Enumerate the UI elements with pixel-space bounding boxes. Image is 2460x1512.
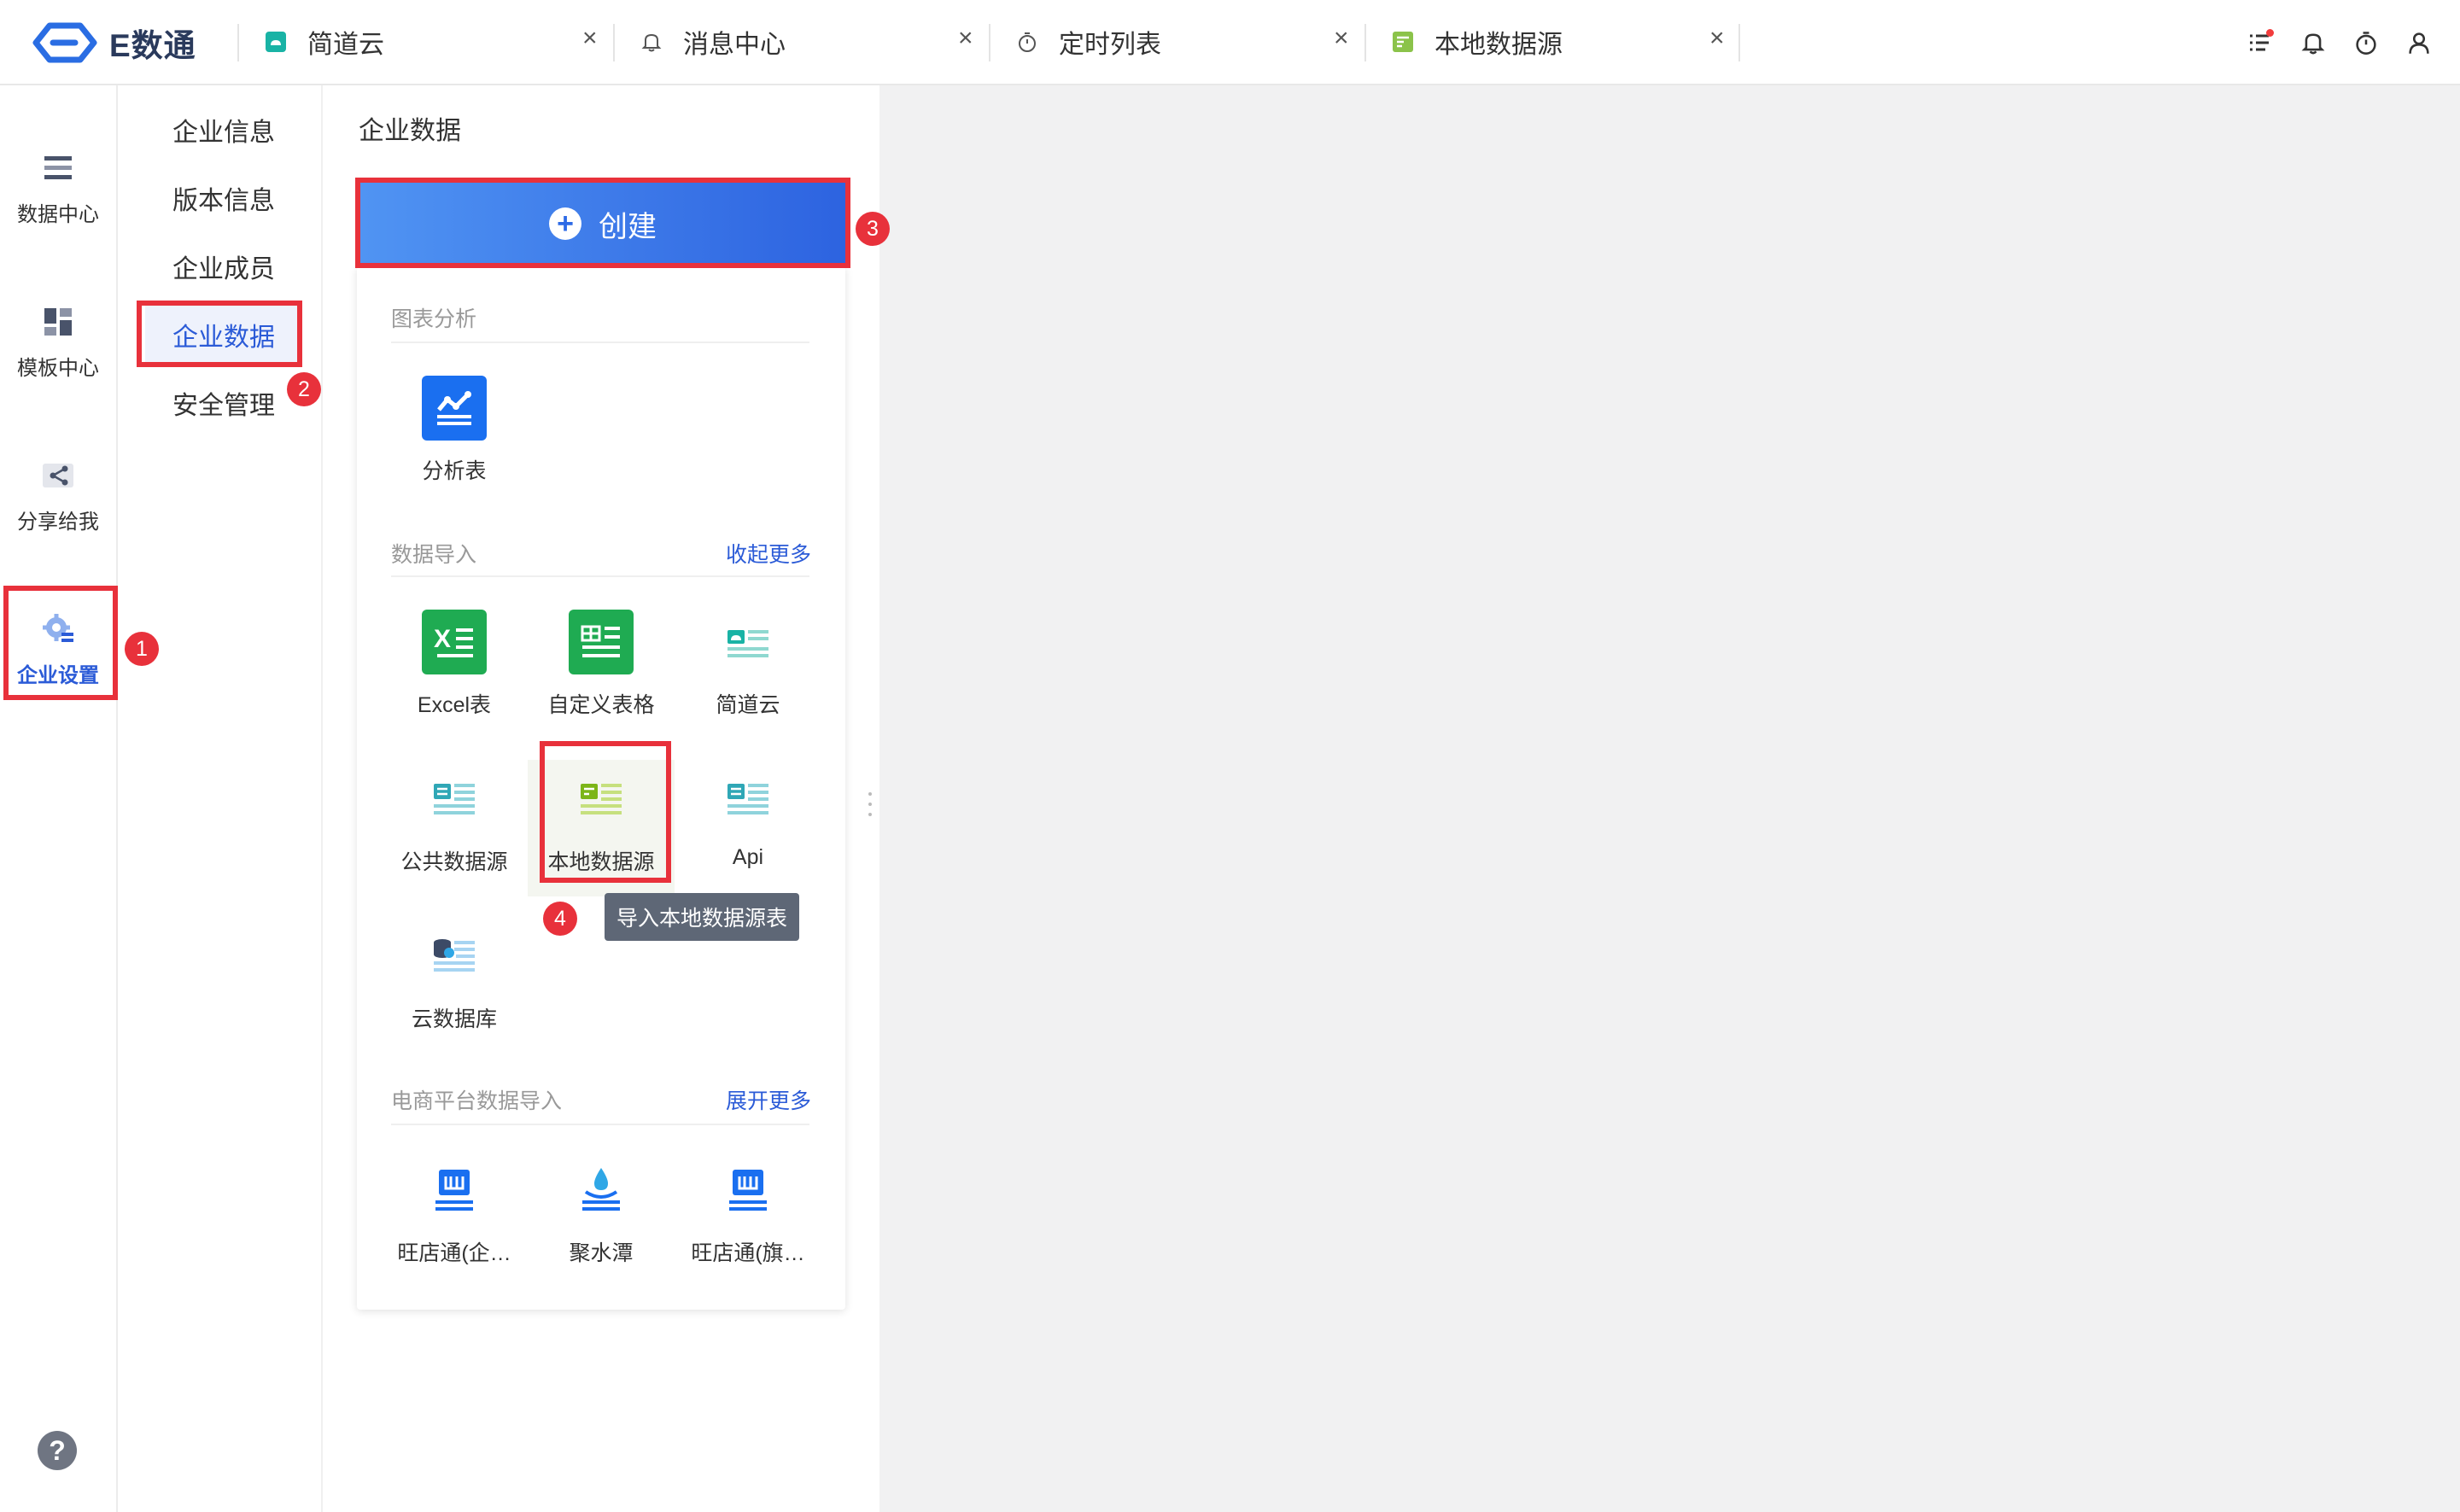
annotation-box-4: [540, 741, 671, 883]
e-logo-icon: [32, 22, 97, 63]
subnav-item-enterprise-members[interactable]: 企业成员: [172, 248, 275, 285]
panel-resize-handle[interactable]: [868, 792, 873, 816]
collapse-more-link[interactable]: 收起更多: [726, 538, 811, 569]
tile-cloud-database[interactable]: 云数据库: [381, 917, 528, 1054]
subnav-item-version-info[interactable]: 版本信息: [172, 179, 275, 217]
annotation-box-1: [3, 586, 118, 700]
tile-label: 公共数据源: [400, 850, 508, 874]
divider: [989, 24, 990, 61]
tile-wangdiantong-enterprise[interactable]: 旺店通(企…: [381, 1151, 528, 1287]
divider: [391, 342, 809, 343]
tab-timer-list[interactable]: 定时列表: [1016, 0, 1161, 84]
cloud-database-icon: [422, 924, 487, 989]
divider: [1364, 24, 1366, 61]
api-icon: [716, 767, 780, 832]
left-rail: 数据中心 模板中心 分享给我 企业设置 ?: [0, 85, 118, 1512]
tab-label: 本地数据源: [1435, 31, 1563, 59]
tile-excel[interactable]: X Excel表: [381, 603, 528, 739]
timer-icon[interactable]: [2349, 26, 2383, 60]
tile-label: 旺店通(旗…: [691, 1241, 805, 1265]
divider: [391, 1124, 809, 1125]
rail-item-shared-with-me[interactable]: 分享给我: [0, 435, 116, 555]
tab-label: 消息中心: [683, 31, 786, 59]
bell-icon[interactable]: [2296, 26, 2330, 60]
tab-local-datasource[interactable]: 本地数据源: [1392, 0, 1563, 84]
divider: [613, 24, 615, 61]
rail-label: 模板中心: [17, 356, 99, 380]
app-logo[interactable]: E数通: [31, 19, 196, 67]
tile-label: 自定义表格: [547, 693, 655, 717]
data-center-icon: [44, 155, 72, 179]
jiandaoyun-icon: [265, 31, 287, 53]
tooltip-import-local-datasource: 导入本地数据源表: [605, 893, 799, 941]
custom-table-icon: [569, 610, 634, 674]
divider: [237, 24, 239, 61]
content-area: [879, 85, 2460, 1512]
share-icon: [43, 463, 73, 487]
wangdiantong-icon: [716, 1158, 780, 1223]
annotation-badge-4: 4: [543, 902, 577, 936]
tile-label: 聚水潭: [569, 1241, 634, 1265]
group-title-ecommerce-import: 电商平台数据导入: [391, 1089, 563, 1113]
help-icon[interactable]: ?: [38, 1431, 77, 1470]
tile-public-datasource[interactable]: 公共数据源: [381, 760, 528, 896]
tile-custom-table[interactable]: 自定义表格: [528, 603, 675, 739]
settings-subnav: 企业信息 版本信息 企业成员 企业数据 安全管理: [118, 85, 323, 1512]
close-icon[interactable]: ×: [582, 24, 598, 53]
close-icon[interactable]: ×: [958, 24, 973, 53]
divider: [391, 575, 809, 577]
tile-label: 简道云: [716, 693, 780, 717]
jushuitan-icon: [569, 1158, 634, 1223]
analysis-table-icon: [422, 376, 487, 441]
top-right-toolbar: [2224, 26, 2436, 60]
divider: [1738, 24, 1740, 61]
top-bar: E数通 简道云 × 消息中心 × 定时列表 × 本地数据源 ×: [0, 0, 2460, 85]
local-datasource-icon: [1392, 31, 1414, 53]
tab-jiandaoyun[interactable]: 简道云: [265, 0, 384, 84]
app-name: E数通: [109, 28, 196, 63]
tile-label: Api: [732, 845, 764, 869]
subnav-item-security-management[interactable]: 安全管理: [172, 384, 275, 422]
wangdiantong-icon: [422, 1158, 487, 1223]
svg-text:X: X: [434, 625, 451, 653]
annotation-box-2: [137, 301, 302, 367]
bell-icon: [640, 31, 663, 53]
group-title-data-import: 数据导入: [391, 543, 477, 567]
annotation-box-3: [355, 178, 850, 268]
subnav-item-enterprise-info[interactable]: 企业信息: [172, 111, 275, 149]
rail-label: 分享给我: [17, 510, 99, 534]
close-icon[interactable]: ×: [1709, 24, 1725, 53]
user-icon[interactable]: [2402, 26, 2436, 60]
jiandaoyun-icon: [716, 610, 780, 674]
tile-wangdiantong-flagship[interactable]: 旺店通(旗…: [675, 1151, 821, 1287]
annotation-badge-2: 2: [287, 372, 321, 406]
tile-label: Excel表: [417, 693, 492, 717]
tab-label: 定时列表: [1059, 31, 1161, 59]
tile-jiandaoyun[interactable]: 简道云: [675, 603, 821, 739]
timer-icon: [1016, 31, 1038, 53]
task-list-icon[interactable]: [2243, 26, 2277, 60]
notification-dot: [2266, 29, 2274, 37]
excel-icon: X: [422, 610, 487, 674]
tab-label: 简道云: [307, 31, 384, 59]
public-datasource-icon: [422, 767, 487, 832]
tab-message-center[interactable]: 消息中心: [640, 0, 786, 84]
rail-item-data-center[interactable]: 数据中心: [0, 128, 116, 248]
group-title-chart-analysis: 图表分析: [391, 307, 477, 331]
expand-more-link[interactable]: 展开更多: [726, 1084, 811, 1115]
tile-api[interactable]: Api: [675, 760, 821, 896]
tile-label: 分析表: [422, 459, 487, 483]
template-icon: [44, 307, 72, 336]
tile-jushuitan[interactable]: 聚水潭: [528, 1151, 675, 1287]
page-title: 企业数据: [359, 117, 461, 145]
tile-label: 云数据库: [411, 1007, 497, 1031]
rail-label: 数据中心: [17, 202, 99, 226]
rail-item-template-center[interactable]: 模板中心: [0, 282, 116, 401]
annotation-badge-1: 1: [125, 632, 159, 666]
tile-analysis-table[interactable]: 分析表: [381, 369, 528, 505]
close-icon[interactable]: ×: [1334, 24, 1349, 53]
tile-label: 旺店通(企…: [397, 1241, 511, 1265]
annotation-badge-3: 3: [856, 212, 890, 246]
